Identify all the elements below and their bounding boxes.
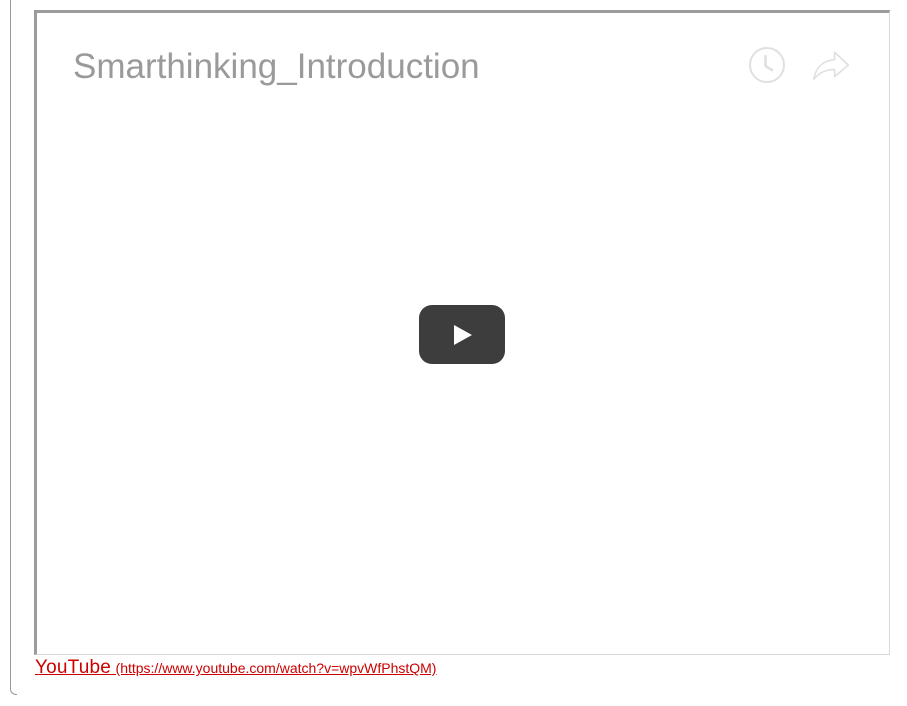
youtube-link-url: (https://www.youtube.com/watch?v=wpvWfPh… [115,660,437,676]
youtube-link[interactable]: YouTube (https://www.youtube.com/watch?v… [35,657,436,679]
watch-later-button[interactable] [747,45,787,85]
share-arrow-icon [812,51,850,81]
video-top-actions [747,45,851,85]
clock-icon [749,47,785,83]
play-icon [454,325,472,345]
embedded-video-player[interactable]: Smarthinking_Introduction [34,10,890,655]
video-title[interactable]: Smarthinking_Introduction [73,47,480,87]
left-divider-line [10,0,11,690]
page: Smarthinking_Introduction YouTube (https… [0,0,907,706]
share-button[interactable] [811,45,851,85]
play-button[interactable] [419,305,505,364]
youtube-link-label: YouTube [35,657,112,678]
left-divider-hook [10,684,17,695]
